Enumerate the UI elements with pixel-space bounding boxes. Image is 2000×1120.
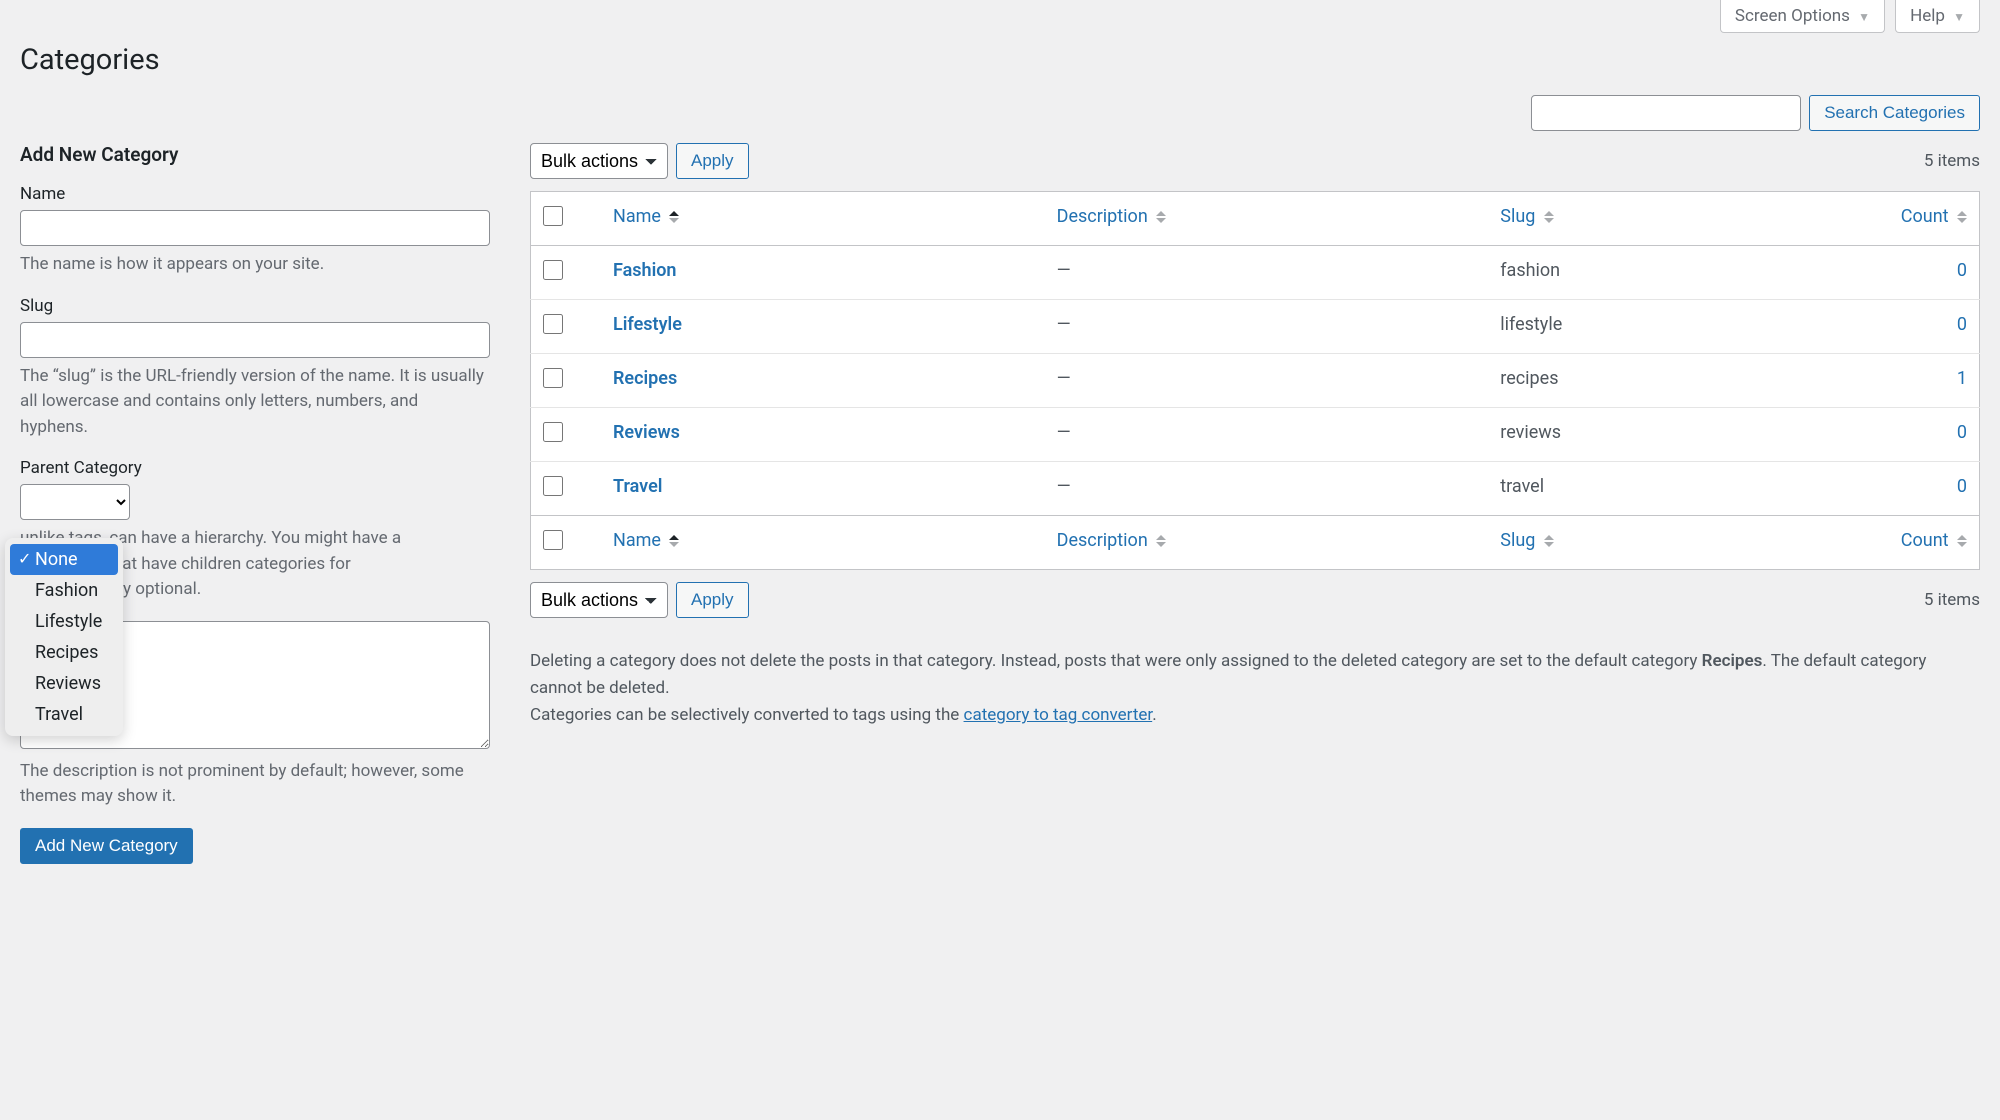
items-count-bottom: 5 items xyxy=(1924,590,1980,610)
name-label: Name xyxy=(20,184,490,204)
chevron-down-icon: ▼ xyxy=(1953,10,1965,24)
column-description-header[interactable]: Description xyxy=(1045,192,1489,246)
add-category-heading: Add New Category xyxy=(20,143,490,166)
column-description-footer[interactable]: Description xyxy=(1045,516,1489,570)
help-tab[interactable]: Help ▼ xyxy=(1895,0,1980,33)
category-description: — xyxy=(1045,354,1489,408)
row-checkbox[interactable] xyxy=(543,368,563,388)
category-count-link[interactable]: 0 xyxy=(1957,422,1967,443)
category-name-link[interactable]: Reviews xyxy=(613,422,680,443)
tag-converter-link[interactable]: category to tag converter xyxy=(964,705,1153,725)
dropdown-option[interactable]: Fashion xyxy=(5,575,123,606)
category-count-link[interactable]: 1 xyxy=(1957,368,1967,389)
row-checkbox[interactable] xyxy=(543,476,563,496)
category-name-link[interactable]: Lifestyle xyxy=(613,314,682,335)
category-description: — xyxy=(1045,300,1489,354)
name-help: The name is how it appears on your site. xyxy=(20,252,490,278)
category-count-link[interactable]: 0 xyxy=(1957,260,1967,281)
description-help: The description is not prominent by defa… xyxy=(20,759,490,810)
table-row: Travel —travel 0 xyxy=(531,462,1980,516)
category-slug: lifestyle xyxy=(1488,300,1852,354)
dropdown-option[interactable]: Reviews xyxy=(5,668,123,699)
parent-select[interactable] xyxy=(20,484,130,520)
table-row: Reviews —reviews 0 xyxy=(531,408,1980,462)
column-name-header[interactable]: Name xyxy=(601,192,1045,246)
category-name-link[interactable]: Recipes xyxy=(613,368,677,389)
dropdown-option[interactable]: None xyxy=(10,544,118,575)
sort-icon xyxy=(1156,535,1166,547)
category-count-link[interactable]: 0 xyxy=(1957,314,1967,335)
category-count-link[interactable]: 0 xyxy=(1957,476,1967,497)
sort-icon xyxy=(669,211,679,223)
column-name-footer[interactable]: Name xyxy=(601,516,1045,570)
slug-help: The “slug” is the URL-friendly version o… xyxy=(20,364,490,441)
category-description: — xyxy=(1045,246,1489,300)
sort-icon xyxy=(1957,535,1967,547)
sort-icon xyxy=(1544,211,1554,223)
column-slug-footer[interactable]: Slug xyxy=(1488,516,1852,570)
category-slug: recipes xyxy=(1488,354,1852,408)
table-row: Lifestyle —lifestyle 0 xyxy=(531,300,1980,354)
bulk-actions-select-top[interactable]: Bulk actions xyxy=(530,143,668,179)
column-count-header[interactable]: Count xyxy=(1853,192,1980,246)
dropdown-option[interactable]: Recipes xyxy=(5,637,123,668)
category-name-link[interactable]: Travel xyxy=(613,476,662,497)
help-label: Help xyxy=(1910,6,1945,26)
row-checkbox[interactable] xyxy=(543,422,563,442)
dropdown-option[interactable]: Lifestyle xyxy=(5,606,123,637)
search-input[interactable] xyxy=(1531,95,1801,131)
select-all-bottom[interactable] xyxy=(543,530,563,550)
screen-options-tab[interactable]: Screen Options ▼ xyxy=(1720,0,1885,33)
sort-icon xyxy=(1544,535,1554,547)
category-slug: reviews xyxy=(1488,408,1852,462)
dropdown-option[interactable]: Travel xyxy=(5,699,123,730)
page-title: Categories xyxy=(20,33,1980,95)
select-all-top[interactable] xyxy=(543,206,563,226)
categories-table: Name Description Slug Count xyxy=(530,191,1980,570)
column-slug-header[interactable]: Slug xyxy=(1488,192,1852,246)
category-name-link[interactable]: Fashion xyxy=(613,260,676,281)
category-description: — xyxy=(1045,462,1489,516)
name-input[interactable] xyxy=(20,210,490,246)
sort-icon xyxy=(669,535,679,547)
parent-dropdown-popup: NoneFashionLifestyleRecipesReviewsTravel xyxy=(5,538,123,736)
table-row: Recipes —recipes 1 xyxy=(531,354,1980,408)
footer-notes: Deleting a category does not delete the … xyxy=(530,648,1980,730)
screen-options-label: Screen Options xyxy=(1735,6,1850,26)
apply-button-bottom[interactable]: Apply xyxy=(676,582,749,618)
bulk-actions-select-bottom[interactable]: Bulk actions xyxy=(530,582,668,618)
chevron-down-icon: ▼ xyxy=(1858,10,1870,24)
sort-icon xyxy=(1156,211,1166,223)
category-slug: fashion xyxy=(1488,246,1852,300)
slug-label: Slug xyxy=(20,296,490,316)
row-checkbox[interactable] xyxy=(543,260,563,280)
search-button[interactable]: Search Categories xyxy=(1809,95,1980,131)
row-checkbox[interactable] xyxy=(543,314,563,334)
apply-button-top[interactable]: Apply xyxy=(676,143,749,179)
slug-input[interactable] xyxy=(20,322,490,358)
category-description: — xyxy=(1045,408,1489,462)
parent-label: Parent Category xyxy=(20,458,490,478)
sort-icon xyxy=(1957,211,1967,223)
add-category-button[interactable]: Add New Category xyxy=(20,828,193,864)
items-count-top: 5 items xyxy=(1924,151,1980,171)
table-row: Fashion —fashion 0 xyxy=(531,246,1980,300)
category-slug: travel xyxy=(1488,462,1852,516)
column-count-footer[interactable]: Count xyxy=(1853,516,1980,570)
